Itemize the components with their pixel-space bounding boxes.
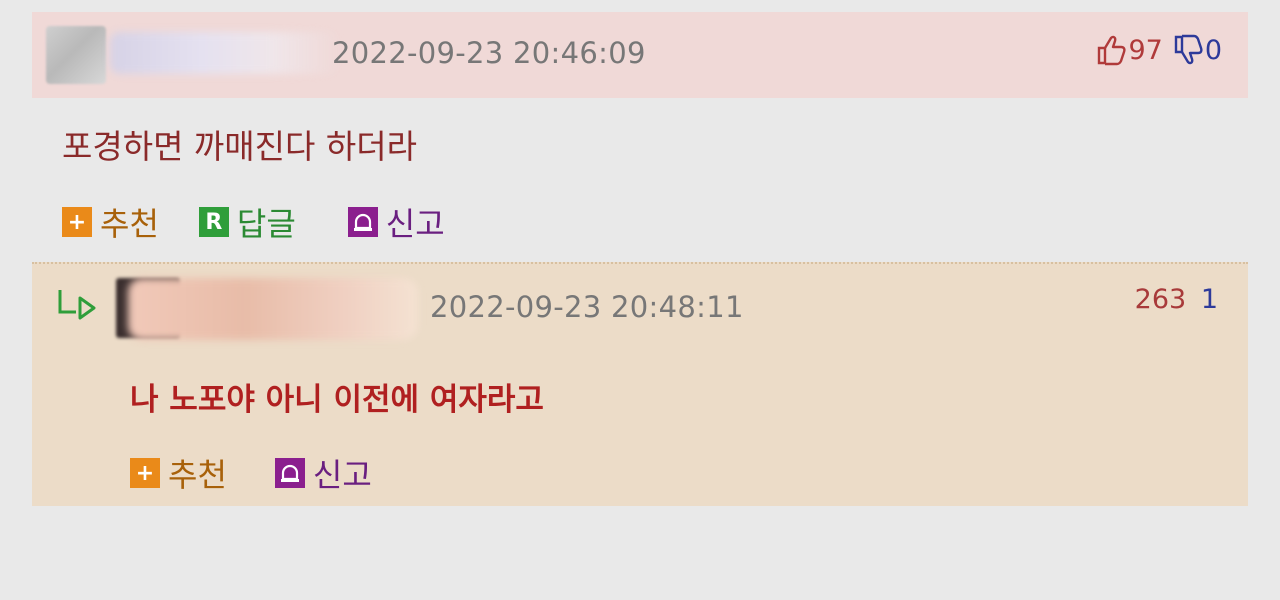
siren-icon (274, 458, 305, 488)
thumbs-down-icon[interactable] (1173, 34, 1203, 66)
avatar[interactable] (46, 26, 106, 84)
reply-button[interactable]: R 답글 (198, 199, 296, 245)
reply-icon: R (198, 207, 229, 237)
recommend-label: 추천 (100, 205, 159, 243)
recommend-button[interactable]: + 추천 (62, 199, 159, 245)
vote-counts: 97 0 (1096, 30, 1222, 70)
reply-timestamp: 2022-09-23 20:48:11 (430, 290, 744, 324)
downvote-count: 0 (1204, 34, 1222, 66)
upvote-count: 97 (1128, 34, 1163, 66)
siren-icon (347, 207, 378, 237)
report-label: 신고 (312, 456, 372, 494)
reply-actions: + 추천 신고 (130, 450, 372, 496)
comment-timestamp: 2022-09-23 20:46:09 (332, 36, 646, 70)
report-button[interactable]: 신고 (347, 199, 445, 245)
thumbs-up-icon[interactable] (1096, 34, 1127, 66)
plus-icon: + (130, 458, 160, 488)
blurred-nickname (110, 32, 340, 74)
reply-label: 답글 (236, 205, 296, 243)
blurred-nickname (128, 278, 418, 340)
reply-report-button[interactable]: 신고 (274, 450, 372, 496)
comment-actions: + 추천 R 답글 신고 (62, 199, 445, 245)
reply-vote-counts: 263 1 (1135, 284, 1218, 315)
reply-upvote-count: 263 (1134, 284, 1187, 315)
comment-text: 포경하면 까매진다 하더라 (62, 127, 417, 166)
reply-text: 나 노포야 아니 이전에 여자라고 (130, 382, 544, 418)
comment-section: 2022-09-23 20:46:09 97 0 포경하면 까매진다 하더라 +… (0, 0, 1280, 600)
plus-icon: + (62, 207, 92, 237)
recommend-label: 추천 (168, 456, 227, 494)
reply-recommend-button[interactable]: + 추천 (130, 450, 227, 496)
reply-arrow-icon (54, 284, 102, 324)
reply-downvote-count: 1 (1200, 284, 1218, 315)
comment-header: 2022-09-23 20:46:09 97 0 (32, 12, 1248, 98)
report-label: 신고 (385, 205, 445, 243)
